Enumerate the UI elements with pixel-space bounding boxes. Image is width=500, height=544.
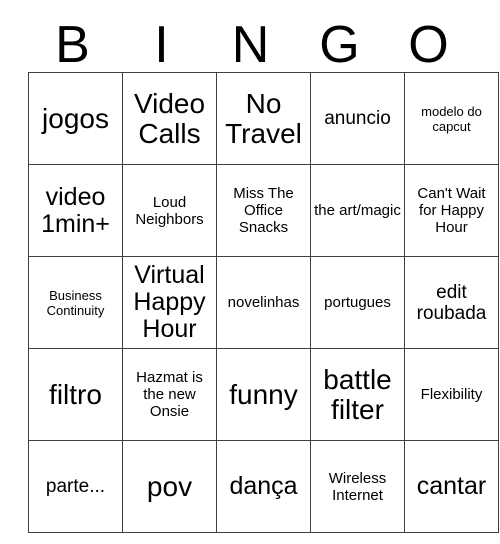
bingo-cell-o1[interactable]: modelo do capcut: [404, 72, 499, 165]
bingo-cell-label: Miss The Office Snacks: [233, 185, 294, 236]
bingo-cell-o2[interactable]: Can't Wait for Happy Hour: [404, 164, 499, 257]
bingo-cell-label: novelinhas: [227, 294, 300, 311]
bingo-cell-b4[interactable]: filtro: [28, 348, 123, 441]
header-letter-n: N: [231, 16, 270, 74]
bingo-cell-label: video 1min+: [41, 182, 110, 238]
bingo-grid: jogos Video Calls No Travel anuncio mode…: [28, 72, 499, 533]
header-letter-g: G: [319, 16, 360, 74]
bingo-cell-b5[interactable]: parte...: [28, 440, 123, 533]
bingo-cell-i1[interactable]: Video Calls: [122, 72, 217, 165]
bingo-cell-n3[interactable]: novelinhas: [216, 256, 311, 349]
bingo-cell-label: battle filter: [323, 363, 392, 425]
bingo-cell-label: Video Calls: [133, 87, 206, 149]
header-letter-i: I: [154, 16, 169, 74]
bingo-cell-label: funny: [229, 378, 298, 410]
bingo-cell-n1[interactable]: No Travel: [216, 72, 311, 165]
bingo-cell-o3[interactable]: edit roubada: [404, 256, 499, 349]
bingo-header: B I N G O: [28, 0, 473, 72]
bingo-cell-n5[interactable]: dança: [216, 440, 311, 533]
bingo-cell-label: Wireless Internet: [328, 469, 387, 504]
bingo-cell-i5[interactable]: pov: [122, 440, 217, 533]
bingo-cell-b2[interactable]: video 1min+: [28, 164, 123, 257]
bingo-cell-n2[interactable]: Miss The Office Snacks: [216, 164, 311, 257]
bingo-cell-label: Hazmat is the new Onsie: [136, 369, 203, 420]
bingo-row: jogos Video Calls No Travel anuncio mode…: [28, 72, 499, 165]
bingo-cell-label: pov: [146, 470, 193, 502]
bingo-cell-o5[interactable]: cantar: [404, 440, 499, 533]
bingo-cell-b3[interactable]: Business Continuity: [28, 256, 123, 349]
header-letter-b: B: [55, 16, 90, 74]
bingo-cell-label: Loud Neighbors: [135, 193, 204, 228]
bingo-cell-g3[interactable]: portugues: [310, 256, 405, 349]
bingo-cell-label: portugues: [324, 294, 391, 311]
bingo-cell-label: jogos: [42, 102, 109, 134]
bingo-cell-label: modelo do capcut: [421, 103, 482, 134]
bingo-cell-i4[interactable]: Hazmat is the new Onsie: [122, 348, 217, 441]
bingo-cell-label: parte...: [45, 476, 106, 497]
bingo-cell-b1[interactable]: jogos: [28, 72, 123, 165]
bingo-cell-i2[interactable]: Loud Neighbors: [122, 164, 217, 257]
bingo-row: parte... pov dança Wireless Internet can…: [28, 440, 499, 533]
bingo-row: video 1min+ Loud Neighbors Miss The Offi…: [28, 164, 499, 257]
bingo-cell-label: Business Continuity: [46, 287, 105, 318]
bingo-cell-g2[interactable]: the art/magic: [310, 164, 405, 257]
bingo-cell-label: anuncio: [324, 108, 391, 129]
bingo-cell-label: Virtual Happy Hour: [133, 261, 206, 343]
bingo-cell-label: Flexibility: [420, 386, 483, 403]
bingo-cell-label: filtro: [49, 378, 102, 410]
bingo-cell-label: cantar: [416, 472, 487, 500]
bingo-cell-g5[interactable]: Wireless Internet: [310, 440, 405, 533]
bingo-cell-o4[interactable]: Flexibility: [404, 348, 499, 441]
bingo-row: Business Continuity Virtual Happy Hour n…: [28, 256, 499, 349]
header-letter-o: O: [408, 16, 449, 74]
bingo-cell-g4[interactable]: battle filter: [310, 348, 405, 441]
bingo-cell-i3[interactable]: Virtual Happy Hour: [122, 256, 217, 349]
bingo-cell-label: dança: [229, 472, 298, 500]
bingo-cell-n4[interactable]: funny: [216, 348, 311, 441]
bingo-cell-label: edit roubada: [416, 281, 487, 324]
bingo-row: filtro Hazmat is the new Onsie funny bat…: [28, 348, 499, 441]
bingo-cell-label: Can't Wait for Happy Hour: [417, 185, 486, 236]
bingo-cell-g1[interactable]: anuncio: [310, 72, 405, 165]
bingo-cell-label: the art/magic: [314, 202, 401, 219]
bingo-cell-label: No Travel: [225, 87, 302, 149]
bingo-card: B I N G O jogos Video Calls No Travel an…: [28, 0, 499, 533]
